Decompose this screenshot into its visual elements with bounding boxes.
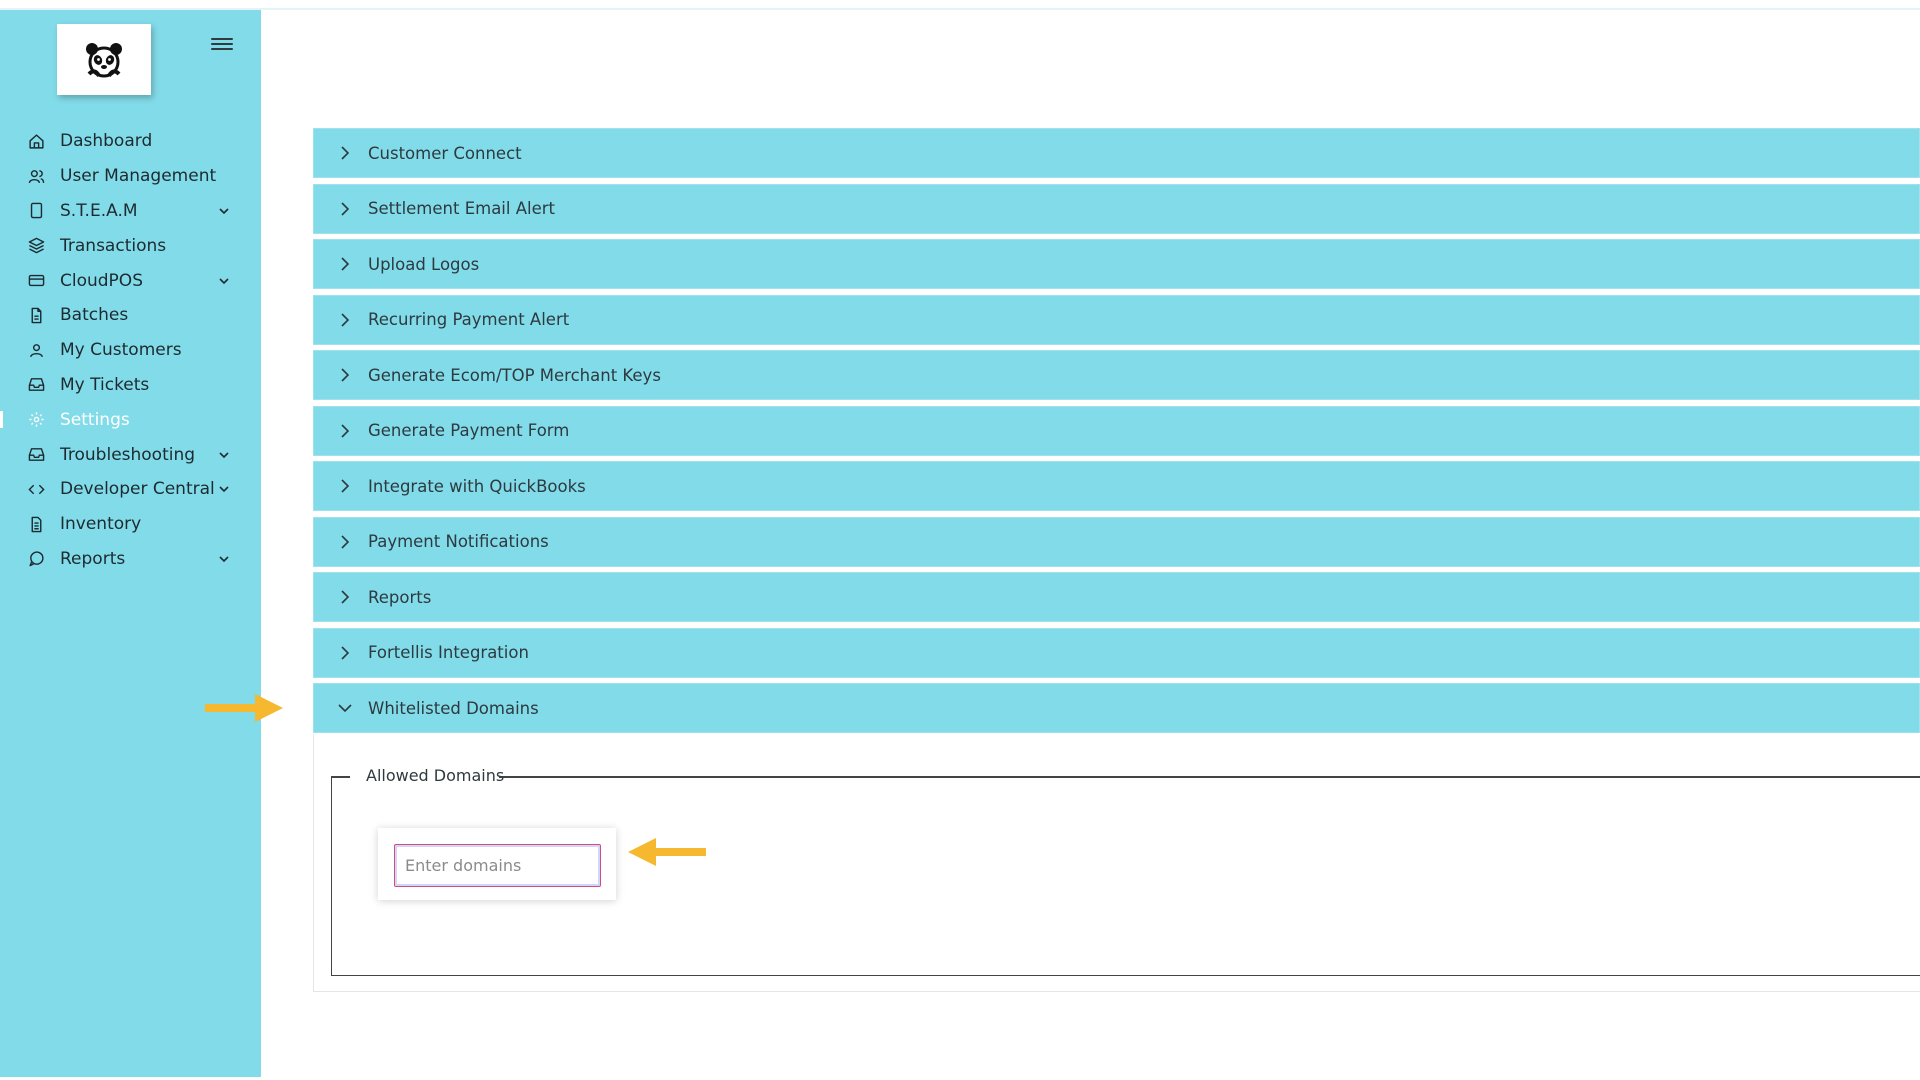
sidebar-item-dashboard[interactable]: Dashboard bbox=[0, 124, 261, 159]
chevron-right-icon bbox=[341, 201, 350, 216]
sidebar-item-label: Settings bbox=[60, 409, 130, 430]
panel-title: Generate Payment Form bbox=[368, 421, 570, 440]
user-icon bbox=[27, 341, 45, 359]
panel-title: Integrate with QuickBooks bbox=[368, 476, 586, 496]
panel-title: Fortellis Integration bbox=[368, 643, 529, 662]
gear-icon bbox=[27, 411, 45, 429]
users-icon bbox=[27, 167, 45, 185]
panel-title: Generate Ecom/TOP Merchant Keys bbox=[368, 365, 661, 385]
sidebar-item-label: Troubleshooting bbox=[60, 444, 196, 465]
sidebar-item-label: My Customers bbox=[60, 340, 182, 361]
code-icon bbox=[27, 480, 45, 498]
chevron-down-icon[interactable] bbox=[218, 449, 230, 461]
chevron-down-icon[interactable] bbox=[218, 275, 230, 287]
logo[interactable] bbox=[57, 24, 151, 95]
panel-title: Recurring Payment Alert bbox=[368, 310, 570, 329]
sidebar-nav: Dashboard User Management S.T.E.A.M Tran… bbox=[0, 124, 261, 576]
top-border bbox=[0, 8, 1920, 10]
settings-accordion: Customer Connect Settlement Email Alert … bbox=[313, 128, 1920, 739]
card-icon bbox=[27, 272, 45, 290]
chevron-right-icon bbox=[341, 312, 350, 327]
panel-settlement-email-alert[interactable]: Settlement Email Alert bbox=[313, 183, 1920, 234]
sidebar-item-label: User Management bbox=[60, 166, 217, 187]
sidebar-item-label: My Tickets bbox=[60, 374, 150, 395]
sidebar-item-cloudpos[interactable]: CloudPOS bbox=[0, 263, 261, 298]
sidebar-item-label: Inventory bbox=[60, 514, 142, 535]
allowed-domains-fieldset: Allowed Domains bbox=[331, 766, 1920, 976]
panel-customer-connect[interactable]: Customer Connect bbox=[313, 128, 1920, 178]
sidebar-item-transactions[interactable]: Transactions bbox=[0, 228, 261, 263]
panel-title: Settlement Email Alert bbox=[368, 199, 555, 218]
annotation-arrow-right-icon bbox=[205, 694, 283, 722]
chat-icon bbox=[27, 550, 45, 568]
domains-input[interactable] bbox=[394, 844, 601, 887]
sidebar-item-batches[interactable]: Batches bbox=[0, 298, 261, 333]
inbox-icon bbox=[27, 446, 45, 464]
panel-integrate-quickbooks[interactable]: Integrate with QuickBooks bbox=[313, 461, 1920, 511]
panel-generate-payment-form[interactable]: Generate Payment Form bbox=[313, 405, 1920, 456]
sidebar-item-troubleshooting[interactable]: Troubleshooting bbox=[0, 437, 261, 472]
panel-whitelisted-domains[interactable]: Whitelisted Domains bbox=[313, 683, 1920, 733]
panel-title: Customer Connect bbox=[368, 143, 522, 163]
panda-icon bbox=[86, 42, 122, 77]
fieldset-border bbox=[499, 776, 1920, 778]
panel-fortellis-integration[interactable]: Fortellis Integration bbox=[313, 627, 1920, 678]
fieldset-border bbox=[332, 776, 350, 778]
panel-payment-notifications[interactable]: Payment Notifications bbox=[313, 516, 1920, 567]
sidebar-item-label: S.T.E.A.M bbox=[60, 200, 138, 221]
panel-generate-merchant-keys[interactable]: Generate Ecom/TOP Merchant Keys bbox=[313, 350, 1920, 400]
domain-input-card bbox=[378, 828, 616, 900]
sidebar-item-my-customers[interactable]: My Customers bbox=[0, 333, 261, 368]
whitelisted-domains-body: Allowed Domains bbox=[313, 734, 1920, 992]
document-icon bbox=[27, 515, 45, 533]
chevron-right-icon bbox=[341, 257, 350, 271]
panel-title: Payment Notifications bbox=[368, 532, 549, 551]
sidebar-item-reports[interactable]: Reports bbox=[0, 542, 261, 577]
inbox-icon bbox=[27, 376, 45, 394]
sidebar-item-settings[interactable]: Settings bbox=[0, 402, 261, 437]
active-indicator bbox=[0, 411, 3, 429]
sidebar-item-label: CloudPOS bbox=[60, 270, 143, 291]
tablet-icon bbox=[27, 202, 45, 220]
sidebar-item-inventory[interactable]: Inventory bbox=[0, 507, 261, 542]
hamburger-icon[interactable] bbox=[210, 35, 234, 55]
sidebar: Dashboard User Management S.T.E.A.M Tran… bbox=[0, 10, 261, 1077]
sidebar-item-label: Reports bbox=[60, 548, 126, 569]
chevron-right-icon bbox=[341, 479, 350, 493]
panel-upload-logos[interactable]: Upload Logos bbox=[313, 239, 1920, 289]
chevron-right-icon bbox=[341, 423, 350, 438]
sidebar-item-label: Batches bbox=[60, 305, 129, 326]
chevron-right-icon bbox=[341, 534, 350, 549]
sidebar-item-my-tickets[interactable]: My Tickets bbox=[0, 368, 261, 403]
home-icon bbox=[27, 132, 45, 150]
panel-reports[interactable]: Reports bbox=[313, 572, 1920, 622]
chevron-right-icon bbox=[341, 590, 350, 604]
file-icon bbox=[27, 306, 45, 324]
chevron-right-icon bbox=[341, 146, 350, 160]
chevron-right-icon bbox=[341, 368, 350, 382]
panel-title: Upload Logos bbox=[368, 254, 480, 274]
sidebar-item-developer-central[interactable]: Developer Central bbox=[0, 472, 261, 507]
annotation-arrow-left-icon bbox=[628, 838, 706, 866]
fieldset-legend: Allowed Domains bbox=[366, 766, 505, 785]
sidebar-item-steam[interactable]: S.T.E.A.M bbox=[0, 194, 261, 229]
panel-title: Whitelisted Domains bbox=[368, 698, 539, 718]
chevron-down-icon bbox=[338, 704, 352, 713]
chevron-down-icon[interactable] bbox=[218, 553, 230, 565]
sidebar-item-user-management[interactable]: User Management bbox=[0, 159, 261, 194]
sidebar-item-label: Dashboard bbox=[60, 131, 153, 152]
sidebar-item-label: Transactions bbox=[60, 235, 167, 256]
sidebar-item-label: Developer Central bbox=[60, 479, 215, 500]
layers-icon bbox=[27, 237, 45, 255]
chevron-down-icon[interactable] bbox=[218, 205, 230, 217]
panel-recurring-payment-alert[interactable]: Recurring Payment Alert bbox=[313, 294, 1920, 345]
panel-title: Reports bbox=[368, 587, 432, 607]
chevron-right-icon bbox=[341, 645, 350, 660]
chevron-down-icon[interactable] bbox=[218, 483, 230, 495]
